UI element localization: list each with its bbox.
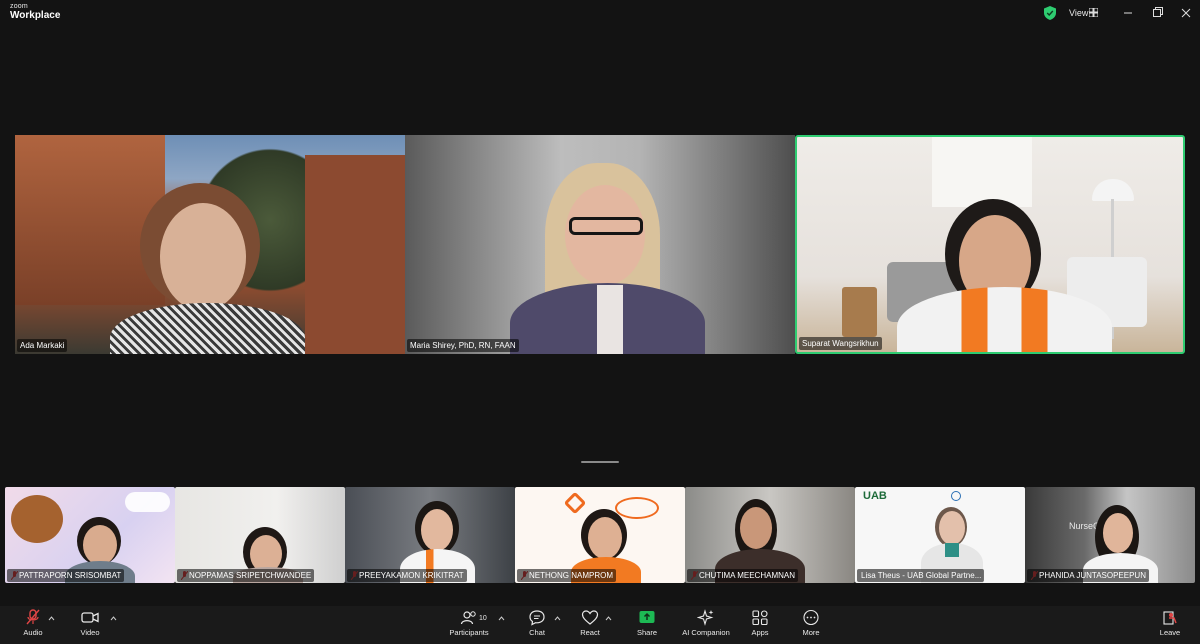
person-body xyxy=(110,303,305,354)
wall-art xyxy=(932,137,1032,207)
thumbnail-tile[interactable]: PATTRAPORN SRISOMBAT xyxy=(5,487,175,583)
more-label: More xyxy=(802,628,820,637)
share-label: Share xyxy=(636,628,657,637)
react-label: React xyxy=(580,628,600,637)
view-button[interactable]: View xyxy=(1069,8,1088,18)
grid-view-icon[interactable] xyxy=(1089,8,1098,17)
share-screen-icon xyxy=(639,611,655,623)
react-options-caret-icon[interactable] xyxy=(605,616,612,621)
leave-label: Leave xyxy=(1159,628,1181,637)
participants-options-caret-icon[interactable] xyxy=(498,616,505,621)
more-button[interactable]: More xyxy=(798,609,824,637)
minimize-button[interactable] xyxy=(1118,4,1138,22)
video-tile-maria-shirey[interactable]: Maria Shirey, PhD, RN, FAAN xyxy=(405,135,795,354)
video-camera-icon xyxy=(81,612,99,623)
participants-count: 10 xyxy=(479,615,487,622)
side-table xyxy=(842,287,877,337)
apps-icon xyxy=(752,610,768,626)
participant-name: Suparat Wangsrikhun xyxy=(799,337,882,350)
audio-label: Audio xyxy=(23,628,43,637)
brick-building xyxy=(305,155,405,354)
video-tile-suparat-wangsrikhun[interactable]: Suparat Wangsrikhun xyxy=(795,135,1185,354)
participant-name: PATTRAPORN SRISOMBAT xyxy=(7,569,125,582)
face xyxy=(421,509,453,551)
chat-icon xyxy=(529,610,545,626)
leave-button[interactable]: Leave xyxy=(1157,609,1183,637)
glasses-icon xyxy=(569,217,643,235)
leave-icon xyxy=(1163,611,1177,625)
chat-button[interactable]: Chat xyxy=(524,609,550,637)
react-button[interactable]: React xyxy=(577,609,603,637)
face xyxy=(565,185,645,285)
participant-name: PREEYAKAMON KRIKITRAT xyxy=(347,569,467,582)
face xyxy=(83,525,117,565)
restore-button[interactable] xyxy=(1147,4,1167,22)
video-button[interactable]: Video xyxy=(77,609,103,637)
uab-logo: UAB xyxy=(863,490,887,502)
cartoon-mascot xyxy=(11,495,63,543)
zoom-logo: zoom Workplace xyxy=(10,3,60,21)
who-logo-icon xyxy=(951,491,961,501)
thumbnail-tile[interactable]: NETHONG NAMPROM xyxy=(515,487,685,583)
face xyxy=(160,203,246,311)
participant-name: PHANIDA JUNTASOPEEPUN xyxy=(1027,569,1149,582)
resize-handle[interactable] xyxy=(581,461,619,463)
meeting-toolbar: Audio Video Participants 10 Chat React S… xyxy=(0,606,1200,644)
thumbnail-tile[interactable]: CHUTIMA MEECHAMNAN xyxy=(685,487,855,583)
participants-icon xyxy=(460,611,476,625)
participant-name: CHUTIMA MEECHAMNAN xyxy=(687,569,799,582)
participant-name: Ada Markaki xyxy=(17,339,68,352)
building-background xyxy=(15,135,165,305)
title-bar: zoom Workplace View xyxy=(0,0,1200,27)
participant-name: Lisa Theus - UAB Global Partne... xyxy=(857,569,985,582)
face xyxy=(1103,513,1133,553)
ai-companion-button[interactable]: AI Companion xyxy=(680,609,732,637)
nurse-logo-icon xyxy=(563,491,587,515)
face xyxy=(740,507,772,549)
face xyxy=(588,517,622,559)
chat-options-caret-icon[interactable] xyxy=(554,616,561,621)
event-logo xyxy=(615,497,659,519)
ai-companion-label: AI Companion xyxy=(682,628,730,637)
thumbnail-tile[interactable]: PREEYAKAMON KRIKITRAT xyxy=(345,487,515,583)
thumbnail-tile[interactable]: NurseCM PHANIDA JUNTASOPEEPUN xyxy=(1025,487,1195,583)
lamp xyxy=(1092,179,1134,201)
participant-name: Maria Shirey, PhD, RN, FAAN xyxy=(407,339,519,352)
participant-name: NOPPAMAS SRIPETCHWANDEE xyxy=(177,569,315,582)
shield-icon[interactable] xyxy=(1044,6,1056,20)
logo-line-2: Workplace xyxy=(10,10,61,21)
participants-label: Participants xyxy=(449,628,489,637)
video-tile-ada-markaki[interactable]: Ada Markaki xyxy=(15,135,405,354)
apps-label: Apps xyxy=(751,628,769,637)
audio-options-caret-icon[interactable] xyxy=(48,616,55,621)
scarf xyxy=(945,543,959,557)
face xyxy=(939,511,965,545)
share-button[interactable]: Share xyxy=(634,609,660,637)
participant-name: NETHONG NAMPROM xyxy=(517,569,616,582)
close-button[interactable] xyxy=(1176,4,1196,22)
thumbnail-tile[interactable]: UAB Lisa Theus - UAB Global Partne... xyxy=(855,487,1025,583)
scarf xyxy=(597,285,623,354)
participants-button[interactable]: Participants xyxy=(446,609,492,637)
muted-mic-icon xyxy=(26,609,40,625)
chat-label: Chat xyxy=(529,628,545,637)
audio-button[interactable]: Audio xyxy=(20,609,46,637)
logo-line-1: zoom xyxy=(10,3,28,10)
video-options-caret-icon[interactable] xyxy=(110,616,117,621)
cloud-decoration xyxy=(125,492,170,512)
heart-icon xyxy=(581,610,599,625)
ai-sparkle-icon xyxy=(697,609,714,626)
thumbnail-tile[interactable]: NOPPAMAS SRIPETCHWANDEE xyxy=(175,487,345,583)
apps-button[interactable]: Apps xyxy=(747,609,773,637)
video-label: Video xyxy=(80,628,100,637)
more-icon xyxy=(803,609,819,626)
